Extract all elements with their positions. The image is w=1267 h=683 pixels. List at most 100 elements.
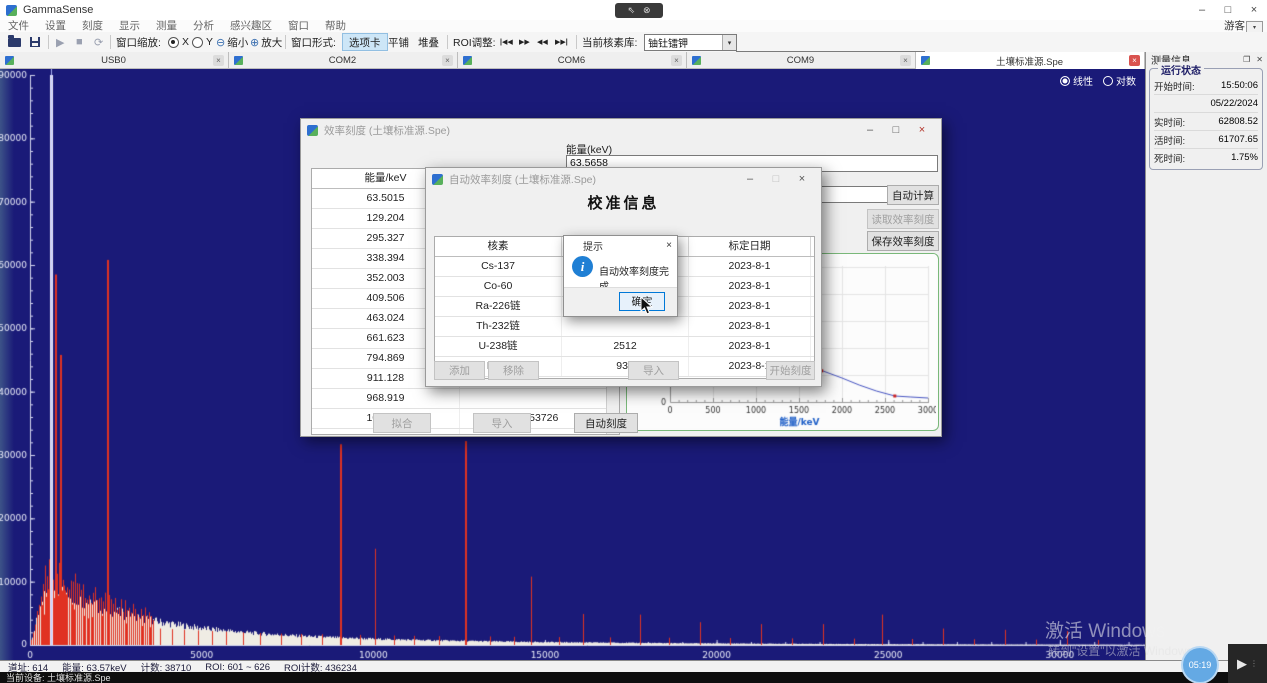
radio-y-icon [192, 37, 203, 48]
close-icon[interactable]: × [666, 240, 672, 251]
activate-windows-watermark: 激活 Windows [1045, 616, 1165, 643]
fit-button[interactable]: 拟合 [373, 413, 431, 433]
nuclide-library-combo[interactable]: 铀钍镭钾▾ [644, 34, 737, 51]
zoom-axis-y-radio[interactable]: Y [192, 32, 213, 52]
remove-button[interactable]: 移除 [488, 361, 539, 380]
stop-button[interactable]: ■ [76, 32, 83, 52]
more-options-icon[interactable]: ⋮ [1250, 659, 1258, 668]
tab-icon [463, 56, 472, 65]
capture-app-control[interactable]: ▶ ⋮ [1228, 644, 1267, 683]
roi-back-button[interactable]: ◀◀ [537, 32, 548, 52]
nuclide-library-label: 当前核素库: [582, 32, 637, 52]
message-box: 提示 × i 自动效率刻度完成 确定 [563, 235, 678, 317]
table-row[interactable] [312, 429, 619, 435]
roi-forward-button[interactable]: ▶▶ [519, 32, 530, 52]
menu-analysis[interactable]: 分析 [185, 20, 222, 32]
tab-soil-standard-source[interactable]: 土壤标准源.Spe× [916, 52, 1145, 69]
user-label: 游客 [1224, 20, 1245, 32]
separator [576, 35, 577, 49]
tab-icon [692, 56, 701, 65]
tab-close-icon[interactable]: × [671, 55, 682, 66]
zoom-out-button[interactable]: ⊖缩小 [216, 32, 248, 52]
import-button[interactable]: 导入 [473, 413, 531, 433]
log-scale-radio[interactable]: 对数 [1103, 73, 1136, 88]
menu-window[interactable]: 窗口 [280, 20, 317, 32]
minimize-button[interactable]: – [857, 124, 883, 136]
tab-close-icon[interactable]: × [900, 55, 911, 66]
dialog-titlebar[interactable]: 自动效率刻度 (土壤标准源.Spe) – □ × [426, 168, 821, 190]
capture-app-icon: ▶ [1237, 656, 1247, 672]
tab-icon [234, 56, 243, 65]
share-cursor-icon[interactable]: ⇖ [627, 5, 635, 16]
menu-help[interactable]: 帮助 [317, 20, 354, 32]
tab-close-icon[interactable]: × [213, 55, 224, 66]
tab-icon [5, 56, 14, 65]
device-value: 土壤标准源.Spe [47, 671, 111, 683]
maximize-button[interactable]: □ [763, 173, 789, 185]
mode-tile-button[interactable]: 平铺 [388, 32, 409, 52]
measure-info-panel: 测量信息 ❐ ✕ 运行状态 开始时间:15:50:06 05/22/2024 实… [1145, 52, 1267, 660]
auto-calibrate-button[interactable]: 自动刻度 [574, 413, 638, 433]
menu-roi[interactable]: 感兴趣区 [222, 20, 280, 32]
tabbar: USB0× COM2× COM6× COM9× 土壤标准源.Spe× [0, 52, 1145, 69]
scale-radios: 线性 对数 [1060, 73, 1136, 88]
roi-first-button[interactable]: |◀◀ [500, 32, 513, 52]
radio-x-icon [168, 37, 179, 48]
run-status-groupbox: 运行状态 开始时间:15:50:06 05/22/2024 实时间:62808.… [1149, 68, 1263, 170]
minimize-button[interactable]: – [737, 173, 763, 185]
mode-tab-button[interactable]: 选项卡 [342, 34, 388, 50]
maximize-button[interactable]: □ [883, 124, 909, 136]
roi-last-button[interactable]: ▶▶| [555, 32, 568, 52]
close-icon[interactable]: ✕ [1256, 55, 1263, 64]
auto-calc-button[interactable]: 自动计算 [887, 185, 939, 205]
screen-share-toolbar[interactable]: ⇖ ⊗ [615, 3, 663, 18]
table-row[interactable]: U-238链25122023-8-1 [435, 337, 814, 357]
table-row[interactable]: 1000.970.0153726 [312, 409, 619, 429]
stop-share-icon[interactable]: ⊗ [643, 5, 651, 16]
save-button[interactable] [30, 32, 40, 52]
mode-stack-button[interactable]: 堆叠 [418, 32, 439, 52]
save-efficiency-button[interactable]: 保存效率刻度 [867, 231, 939, 251]
table-row[interactable]: 968.919 [312, 389, 619, 409]
zoom-in-button[interactable]: ⊕放大 [250, 32, 282, 52]
linear-scale-radio[interactable]: 线性 [1060, 73, 1093, 88]
tab-com6[interactable]: COM6× [458, 52, 687, 69]
table-row[interactable]: Th-232链2023-8-1 [435, 317, 814, 337]
msgbox-titlebar[interactable]: 提示 × [564, 236, 677, 254]
menu-calibration[interactable]: 刻度 [74, 20, 111, 32]
minimize-button[interactable]: – [1189, 0, 1215, 19]
run-status-title: 运行状态 [1158, 62, 1204, 77]
start-calibration-button[interactable]: 开始刻度 [766, 361, 815, 380]
menu-measure[interactable]: 测量 [148, 20, 185, 32]
add-button[interactable]: 添加 [434, 361, 485, 380]
start-button[interactable]: ▶ [56, 32, 64, 52]
zoom-axis-x-radio[interactable]: X [168, 32, 189, 52]
read-efficiency-button[interactable]: 读取效率刻度 [867, 209, 939, 229]
close-button[interactable]: × [909, 124, 935, 136]
close-button[interactable]: × [789, 173, 815, 185]
stat-row-live-time: 活时间:61707.65 [1154, 131, 1258, 149]
separator [110, 35, 111, 49]
dialog-titlebar[interactable]: 效率刻度 (土壤标准源.Spe) – □ × [301, 119, 941, 141]
tab-icon [921, 56, 930, 65]
toolbar: ▶ ■ ⟳ 窗口缩放: X Y ⊖缩小 ⊕放大 窗口形式: 选项卡 平铺 堆叠 … [0, 32, 1267, 53]
refresh-button[interactable]: ⟳ [94, 32, 103, 52]
import-button[interactable]: 导入 [628, 361, 679, 380]
close-button[interactable]: × [1241, 0, 1267, 19]
chevron-down-icon[interactable]: ▾ [722, 35, 736, 50]
tab-com2[interactable]: COM2× [229, 52, 458, 69]
tab-usb0[interactable]: USB0× [0, 52, 229, 69]
separator [48, 35, 49, 49]
tab-com9[interactable]: COM9× [687, 52, 916, 69]
roi-adjust-label: ROI调整: [453, 32, 496, 52]
menu-settings[interactable]: 设置 [37, 20, 74, 32]
menu-file[interactable]: 文件 [0, 20, 37, 32]
menu-display[interactable]: 显示 [111, 20, 148, 32]
recording-timer[interactable]: 05:19 [1181, 646, 1219, 683]
tab-close-icon[interactable]: × [1129, 55, 1140, 66]
maximize-button[interactable]: □ [1215, 0, 1241, 19]
pin-icon[interactable]: ❐ [1243, 55, 1250, 64]
activate-windows-hint: 转到"设置"以激活 Windows [1048, 642, 1193, 659]
tab-close-icon[interactable]: × [442, 55, 453, 66]
open-file-button[interactable] [8, 32, 21, 52]
